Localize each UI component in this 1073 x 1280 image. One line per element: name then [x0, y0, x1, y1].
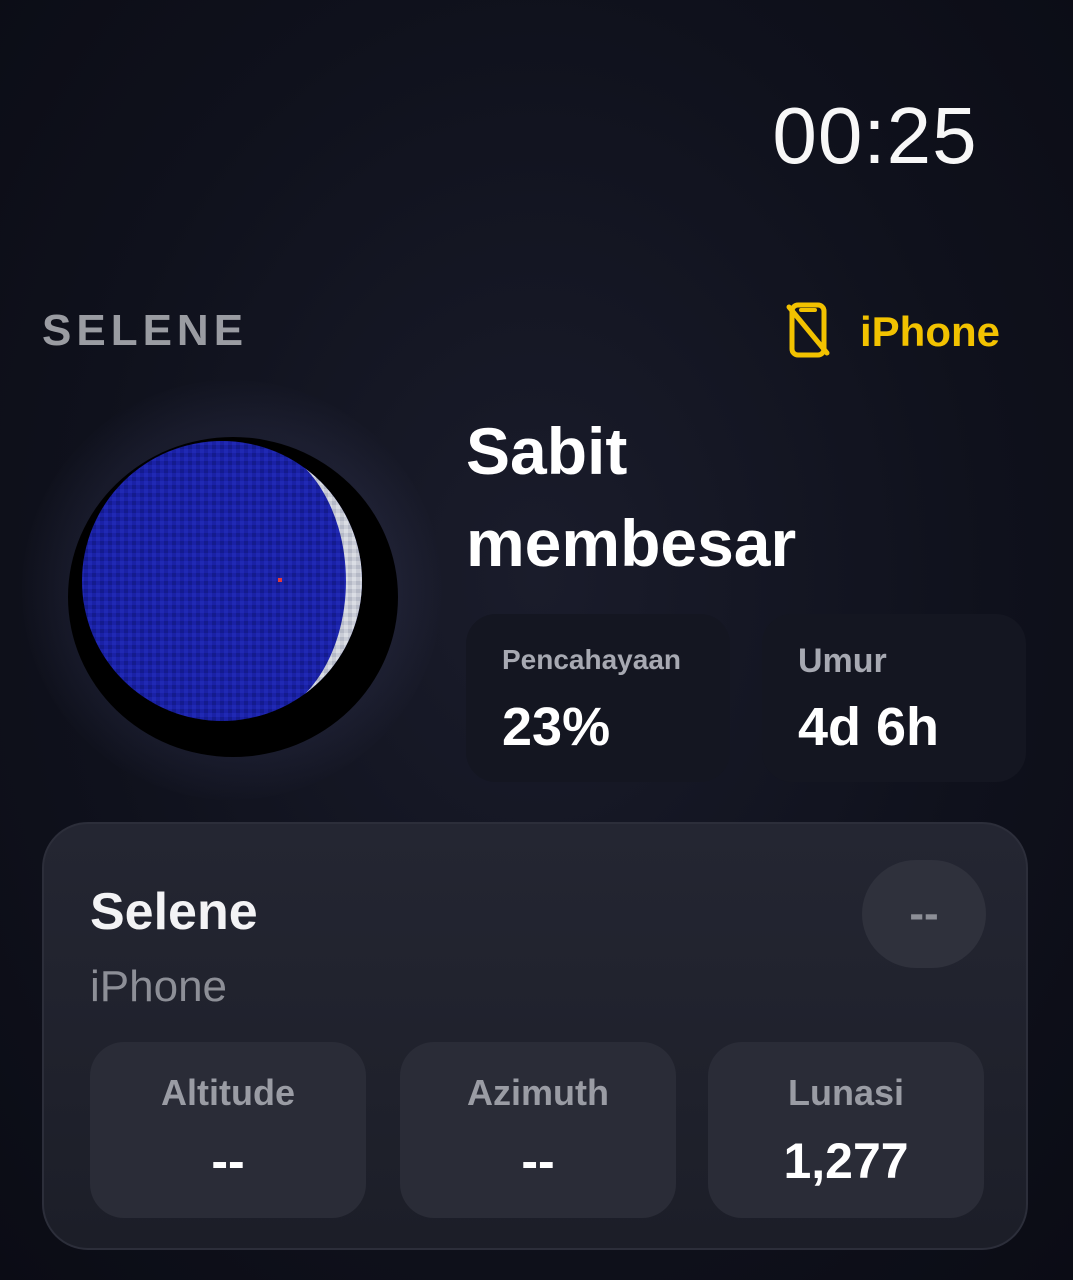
illumination-label: Pencahayaan [502, 644, 681, 675]
lunation-label: Lunasi [787, 1072, 904, 1113]
age-value: 4d 6h [798, 697, 940, 757]
moon-phase-name: Sabit membesar [466, 405, 1026, 589]
lunation-value: 1,277 [783, 1133, 909, 1189]
illumination-tile: Pencahayaan 23% [466, 614, 730, 782]
device-label: iPhone [860, 308, 1001, 355]
card-title: Selene [90, 883, 258, 941]
azimuth-label: Azimuth [467, 1072, 609, 1113]
moon-phase-image [68, 437, 398, 757]
altitude-tile: Altitude -- [90, 1042, 366, 1218]
age-tile: Umur 4d 6h [762, 614, 1026, 782]
app-brand: SELENE [42, 306, 249, 355]
age-label: Umur [798, 642, 887, 680]
moon-info-card: Selene iPhone -- Altitude -- Azimuth -- … [42, 822, 1028, 1250]
status-pill[interactable]: -- [862, 860, 986, 968]
phone-off-icon [786, 301, 830, 364]
phase-line-1: Sabit [466, 414, 628, 488]
phase-line-2: membesar [466, 506, 797, 580]
illumination-value: 23% [502, 697, 611, 757]
device-badge[interactable]: iPhone [786, 300, 1000, 364]
altitude-label: Altitude [161, 1072, 295, 1113]
card-subtitle: iPhone [90, 962, 228, 1011]
azimuth-tile: Azimuth -- [400, 1042, 676, 1218]
altitude-value: -- [211, 1133, 245, 1189]
azimuth-value: -- [521, 1133, 555, 1189]
lunation-tile: Lunasi 1,277 [708, 1042, 984, 1218]
status-time: 00:25 [772, 91, 978, 180]
